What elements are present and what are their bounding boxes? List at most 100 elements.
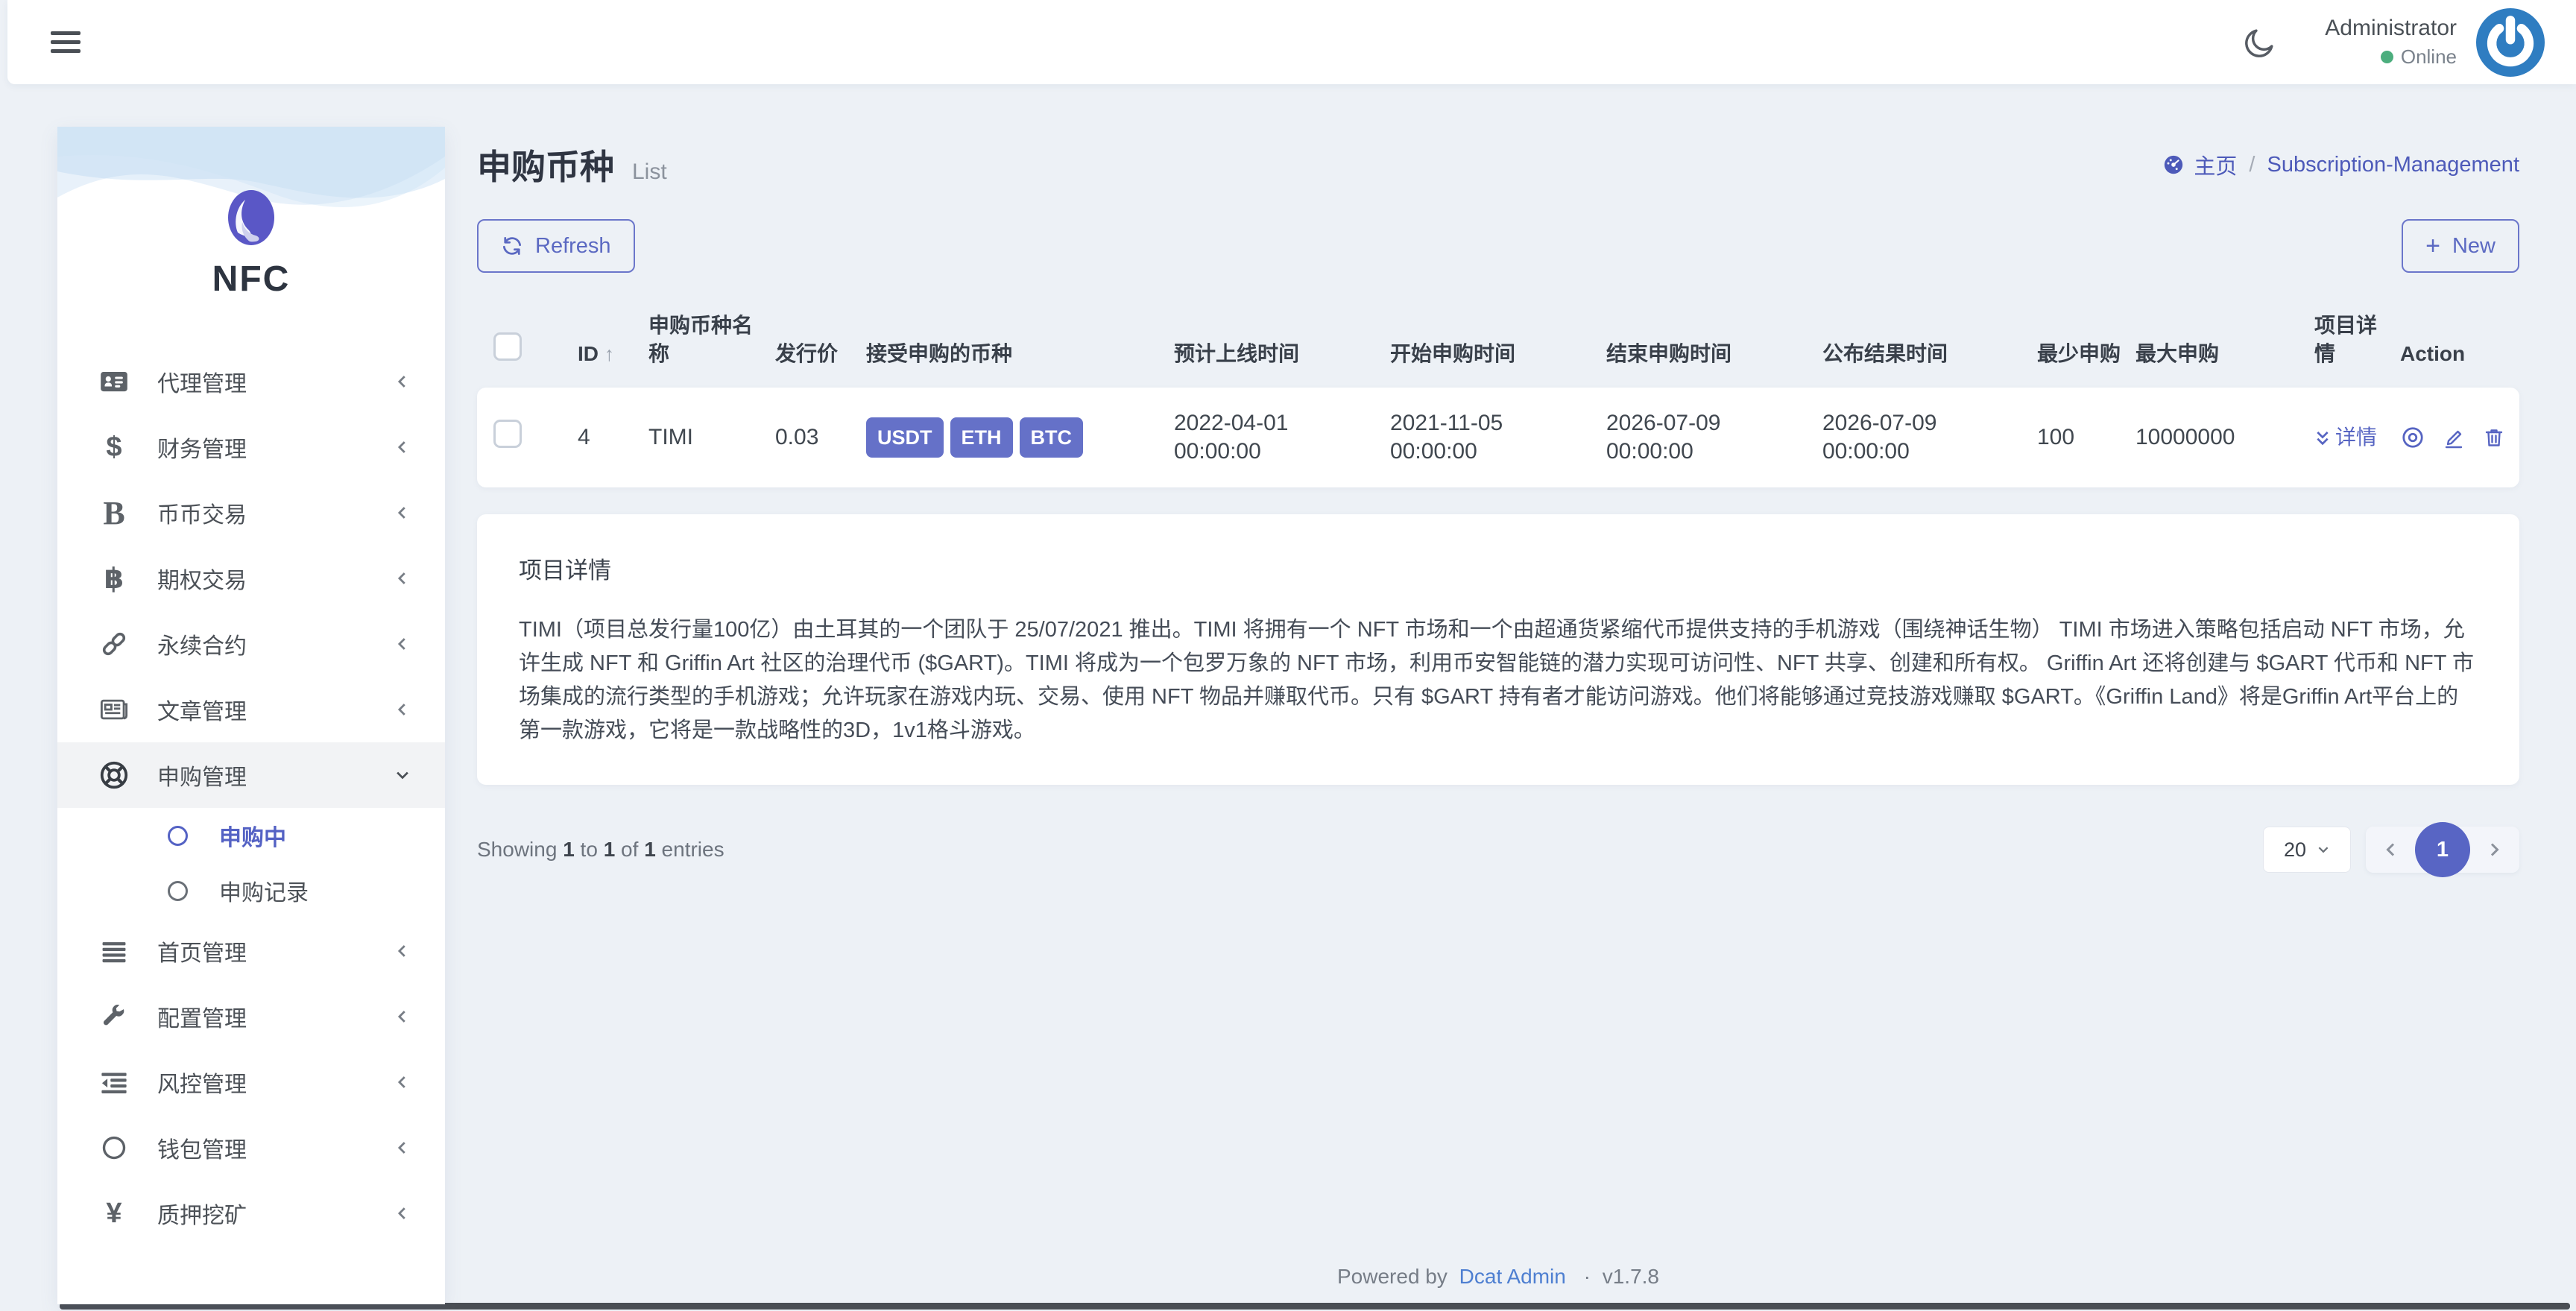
main-content: 申购币种 List 主页 / Subscription-Management R… (477, 127, 2519, 877)
currency-badge: USDT (866, 417, 944, 458)
refresh-button[interactable]: Refresh (477, 219, 635, 273)
current-page-button[interactable]: 1 (2415, 822, 2470, 877)
cell-accepted-currencies: USDT ETH BTC (857, 417, 1152, 458)
column-header-min-subscribe: 最少申购 (2037, 342, 2121, 365)
prev-page-button[interactable] (2379, 841, 2403, 859)
pagination-controls: 1 (2366, 822, 2519, 877)
sidebar-subitem-subscription-records[interactable]: 申购记录 (57, 863, 445, 918)
table-header: ID ↑ 申购币种名称 发行价 接受申购的币种 预计上线时间 开始申购时间 结束… (477, 312, 2519, 388)
dashboard-icon (2165, 155, 2183, 174)
yen-icon: ¥ (106, 1197, 122, 1229)
chevron-left-icon (394, 1008, 411, 1025)
chevron-left-icon (394, 943, 411, 959)
column-header-result-announce: 公布结果时间 (1822, 342, 1948, 365)
chevron-left-icon (394, 701, 411, 718)
column-header-coin-name: 申购币种名称 (648, 314, 754, 365)
sidebar: NFC 代理管理 $ 财务管理 B 币币交易 ฿ 期权交易 永续合约 文章管理 … (57, 127, 445, 1304)
column-header-subscribe-start: 开始申购时间 (1390, 342, 1516, 365)
sidebar-item-homepage-management[interactable]: 首页管理 (57, 918, 445, 984)
sidebar-toggle-button[interactable] (51, 31, 80, 53)
circle-o-icon (168, 880, 188, 901)
entries-summary: Showing 1 to 1 of 1 entries (477, 838, 724, 861)
sidebar-item-perpetual-contracts[interactable]: 永续合约 (57, 611, 445, 677)
new-button[interactable]: + New (2402, 219, 2519, 273)
user-status-label: Online (2400, 45, 2457, 68)
sidebar-item-options-trading[interactable]: ฿ 期权交易 (57, 546, 445, 611)
page-size-select[interactable]: 20 (2263, 827, 2351, 873)
column-header-expected-launch: 预计上线时间 (1174, 342, 1300, 365)
outdent-icon (96, 1068, 132, 1096)
currency-badge: ETH (950, 417, 1013, 458)
edit-icon[interactable] (2442, 426, 2466, 449)
dark-mode-toggle[interactable] (2243, 25, 2277, 60)
cell-subscribe-start: 2021-11-05 00:00:00 (1390, 411, 1503, 464)
breadcrumb-home-link[interactable]: 主页 (2162, 149, 2237, 180)
pagination-row: Showing 1 to 1 of 1 entries 20 1 (477, 822, 2519, 877)
table-row: 4 TIMI 0.03 USDT ETH BTC 2022-04-01 00:0… (477, 388, 2519, 487)
sidebar-item-wallet-management[interactable]: 钱包管理 (57, 1115, 445, 1181)
chevron-down-icon (2318, 847, 2329, 853)
chevron-down-icon (394, 767, 411, 783)
sort-asc-icon[interactable]: ↑ (604, 343, 615, 365)
letter-b-icon: B (103, 494, 125, 531)
sidebar-item-risk-management[interactable]: 风控管理 (57, 1049, 445, 1115)
sidebar-item-subscription-management[interactable]: 申购管理 (57, 742, 445, 808)
moon-icon (2245, 28, 2273, 57)
sidebar-item-article-management[interactable]: 文章管理 (57, 677, 445, 742)
column-header-id: ID ↑ (578, 342, 615, 365)
wrench-icon (96, 1003, 132, 1030)
sidebar-item-config-management[interactable]: 配置管理 (57, 984, 445, 1049)
chevron-left-icon (394, 1205, 411, 1222)
user-menu[interactable]: Administrator Online (2325, 7, 2545, 77)
dollar-icon: $ (106, 431, 122, 463)
plus-icon: + (2425, 232, 2440, 260)
dcat-admin-link[interactable]: Dcat Admin (1459, 1265, 1566, 1288)
chevron-left-icon (394, 1140, 411, 1156)
footer: Powered by Dcat Admin · v1.7.8 (1337, 1265, 1659, 1288)
cell-min-subscribe: 100 (2037, 425, 2075, 449)
chain-icon (96, 630, 132, 658)
chevron-left-icon (394, 439, 411, 455)
breadcrumb-current-link[interactable]: Subscription-Management (2267, 153, 2519, 177)
sidebar-subitem-subscribing[interactable]: 申购中 (57, 808, 445, 863)
bars-icon (96, 937, 132, 965)
chevron-left-icon (394, 373, 411, 390)
circle-o-icon (168, 825, 188, 846)
cell-id: 4 (578, 425, 590, 449)
cell-project-details: 详情 (2296, 423, 2389, 452)
cell-expected-launch: 2022-04-01 00:00:00 (1174, 411, 1289, 464)
delete-icon[interactable] (2482, 426, 2506, 449)
view-icon[interactable] (2400, 425, 2425, 450)
brand: NFC (57, 127, 445, 300)
cell-subscribe-end: 2026-07-09 00:00:00 (1606, 411, 1721, 464)
chevron-left-icon (394, 636, 411, 652)
column-header-issue-price: 发行价 (775, 342, 839, 365)
newspaper-icon (96, 695, 132, 724)
sidebar-item-agent-management[interactable]: 代理管理 (57, 349, 445, 414)
sidebar-item-staking-mining[interactable]: ¥ 质押挖矿 (57, 1181, 445, 1246)
column-header-subscribe-end: 结束申购时间 (1606, 342, 1732, 365)
sidebar-item-spot-trading[interactable]: B 币币交易 (57, 480, 445, 546)
detail-panel-title: 项目详情 (519, 557, 611, 584)
select-all-checkbox[interactable] (493, 332, 522, 361)
chevron-left-icon (394, 570, 411, 587)
angle-double-down-icon (2317, 432, 2329, 446)
next-page-button[interactable] (2482, 841, 2506, 859)
bitcoin-icon: ฿ (104, 563, 124, 595)
row-checkbox[interactable] (493, 420, 522, 448)
chevron-left-icon (394, 1074, 411, 1090)
detail-panel-content: TIMI（项目总发行量100亿）由土耳其的一个团队于 25/07/2021 推出… (519, 618, 2475, 742)
details-expand-link[interactable]: 详情 (2314, 426, 2377, 449)
avatar[interactable] (2476, 7, 2545, 77)
breadcrumb: 主页 / Subscription-Management (2162, 149, 2519, 180)
column-header-max-subscribe: 最大申购 (2135, 342, 2220, 365)
page-subtitle: List (632, 159, 667, 184)
sidebar-item-finance-management[interactable]: $ 财务管理 (57, 414, 445, 480)
chevron-left-icon (394, 505, 411, 521)
cell-result-announce: 2026-07-09 00:00:00 (1822, 411, 1937, 464)
breadcrumb-separator: / (2249, 152, 2255, 177)
online-status-dot (2380, 51, 2393, 63)
chevron-left-icon (2386, 843, 2395, 856)
life-ring-icon (96, 760, 132, 790)
column-header-project-details: 项目详情 (2314, 314, 2378, 365)
